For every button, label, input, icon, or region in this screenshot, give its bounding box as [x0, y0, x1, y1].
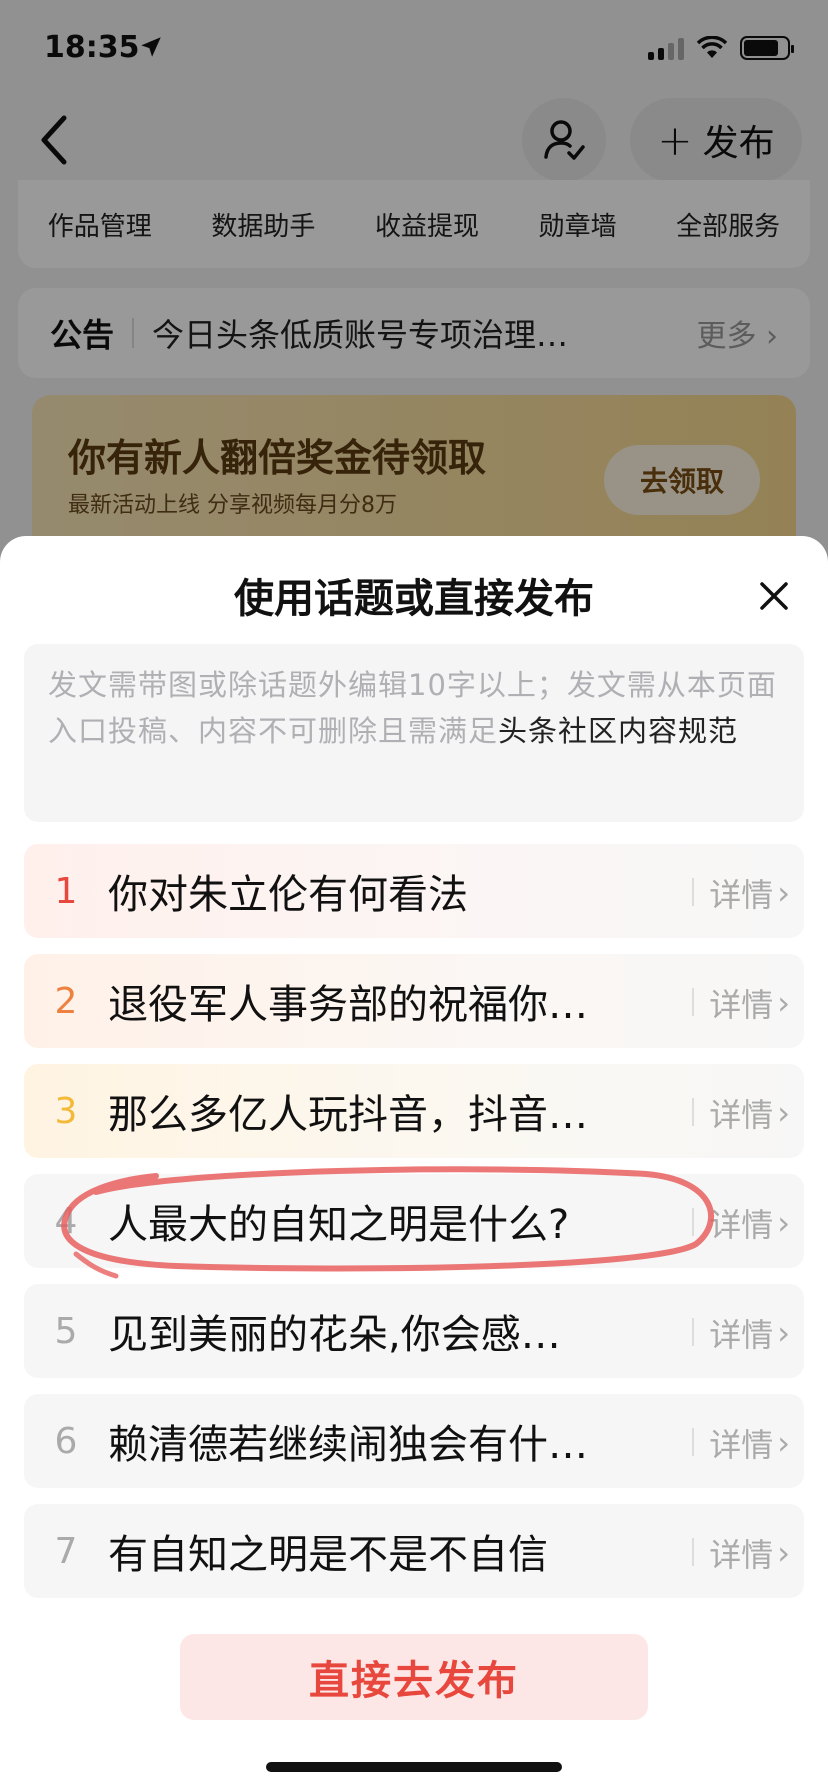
topic-rank: 6 [54, 1420, 78, 1462]
direct-publish-button[interactable]: 直接去发布 [180, 1634, 648, 1720]
divider [692, 1428, 694, 1456]
detail-label: 详情 [709, 986, 774, 1024]
topic-detail-link[interactable]: 详情 › [709, 870, 790, 916]
home-indicator[interactable] [266, 1762, 562, 1772]
topic-sheet: 使用话题或直接发布 发文需带图或除话题外编辑10字以上；发文需从本页面入口投稿、… [0, 536, 828, 1792]
posting-hint: 发文需带图或除话题外编辑10字以上；发文需从本页面入口投稿、内容不可删除且需满足… [24, 644, 804, 822]
topic-list: 1 你对朱立伦有何看法 详情 › 2 退役军人事务部的祝福你… 详情 › 3 那么多… [24, 844, 804, 1614]
detail-label: 详情 [709, 1206, 774, 1244]
topic-detail-link[interactable]: 详情 › [709, 1420, 790, 1466]
chevron-right-icon: › [777, 1424, 790, 1462]
divider [692, 878, 694, 906]
divider [692, 988, 694, 1016]
topic-detail-link[interactable]: 详情 › [709, 1530, 790, 1576]
chevron-right-icon: › [777, 984, 790, 1022]
topic-title: 退役军人事务部的祝福你… [108, 982, 588, 1028]
topic-detail-link[interactable]: 详情 › [709, 1310, 790, 1356]
detail-label: 详情 [709, 1316, 774, 1354]
divider [692, 1318, 694, 1346]
topic-rank: 2 [54, 980, 78, 1022]
topic-item[interactable]: 5 见到美丽的花朵,你会感觉… 详情 › [24, 1284, 804, 1378]
chevron-right-icon: › [777, 1204, 790, 1242]
topic-item[interactable]: 2 退役军人事务部的祝福你… 详情 › [24, 954, 804, 1048]
topic-detail-link[interactable]: 详情 › [709, 980, 790, 1026]
divider [692, 1208, 694, 1236]
topic-title: 见到美丽的花朵,你会感觉… [108, 1312, 598, 1358]
divider [692, 1098, 694, 1126]
chevron-right-icon: › [777, 1094, 790, 1132]
topic-rank: 7 [54, 1530, 78, 1572]
community-rules-link[interactable]: 头条社区内容规范 [498, 714, 738, 748]
topic-item[interactable]: 3 那么多亿人玩抖音，抖音… 详情 › [24, 1064, 804, 1158]
chevron-right-icon: › [777, 1534, 790, 1572]
topic-item[interactable]: 1 你对朱立伦有何看法 详情 › [24, 844, 804, 938]
detail-label: 详情 [709, 1536, 774, 1574]
topic-item[interactable]: 7 有自知之明是不是不自信 详情 › [24, 1504, 804, 1598]
topic-title: 赖清德若继续闹独会有什… [108, 1422, 588, 1468]
topic-detail-link[interactable]: 详情 › [709, 1200, 790, 1246]
topic-detail-link[interactable]: 详情 › [709, 1090, 790, 1136]
detail-label: 详情 [709, 876, 774, 914]
detail-label: 详情 [709, 1426, 774, 1464]
topic-item[interactable]: 6 赖清德若继续闹独会有什… 详情 › [24, 1394, 804, 1488]
sheet-title: 使用话题或直接发布 [234, 576, 594, 622]
topic-rank: 4 [54, 1200, 78, 1242]
topic-title: 那么多亿人玩抖音，抖音… [108, 1092, 588, 1138]
topic-title: 人最大的自知之明是什么? [108, 1202, 570, 1248]
divider [692, 1538, 694, 1566]
topic-rank: 3 [54, 1090, 78, 1132]
topic-rank: 5 [54, 1310, 78, 1352]
detail-label: 详情 [709, 1096, 774, 1134]
close-icon[interactable] [756, 578, 792, 614]
topic-rank: 1 [54, 870, 78, 912]
chevron-right-icon: › [777, 874, 790, 912]
topic-item[interactable]: 4 人最大的自知之明是什么? 详情 › [24, 1174, 804, 1268]
chevron-right-icon: › [777, 1314, 790, 1352]
topic-title: 你对朱立伦有何看法 [108, 872, 468, 918]
topic-title: 有自知之明是不是不自信 [108, 1532, 548, 1578]
